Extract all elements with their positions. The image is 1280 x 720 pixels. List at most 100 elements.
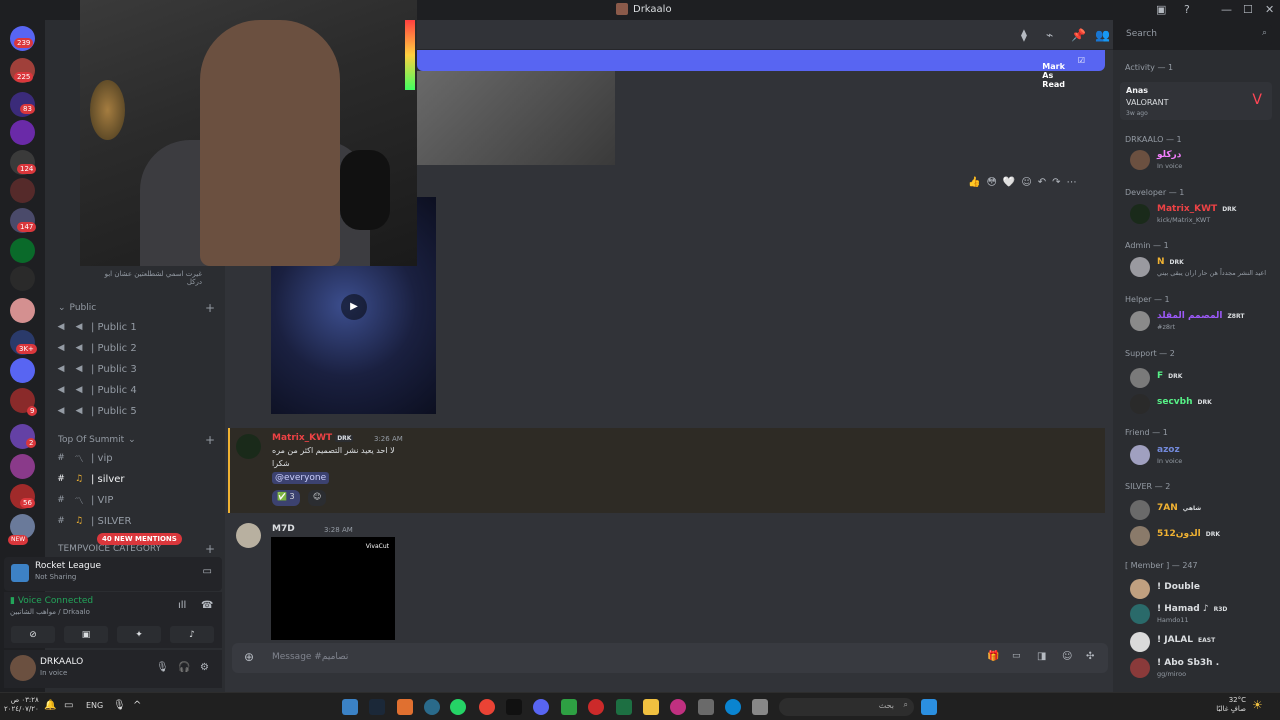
inbox-icon[interactable]: ▣	[1156, 3, 1166, 16]
add-channel-icon[interactable]: +	[205, 542, 215, 556]
member-row[interactable]: Matrix_KWT DRK kick/Matrix_KWT	[1130, 202, 1275, 228]
member-row[interactable]: دركلو In voice	[1130, 148, 1275, 174]
add-attachment-icon[interactable]: ⊕	[244, 650, 254, 664]
soundboard-button[interactable]: ♪	[170, 626, 214, 643]
language-indicator[interactable]: ENG	[86, 701, 103, 710]
message-author[interactable]: Matrix_KWT DRK	[272, 433, 354, 443]
sticker-icon[interactable]: ◨	[1037, 651, 1046, 662]
category-public[interactable]: ⌄ Public	[58, 303, 96, 313]
add-reaction-button[interactable]: ☺	[308, 490, 327, 506]
chrome-icon[interactable]	[479, 699, 495, 715]
add-reaction-icon[interactable]: ☺	[1021, 177, 1031, 188]
app-icon[interactable]	[424, 699, 440, 715]
app-icon[interactable]	[342, 699, 358, 715]
forward-icon[interactable]: ↷	[1052, 177, 1060, 188]
message-avatar[interactable]	[236, 434, 261, 459]
member-row[interactable]: secvbh DRK	[1130, 392, 1275, 418]
steam-icon[interactable]	[369, 699, 385, 715]
category-top-of-summit[interactable]: Top Of Summit ⌄	[58, 435, 136, 445]
member-list-icon[interactable]: 👥	[1095, 28, 1110, 42]
check-reaction[interactable]: ✅ 3	[272, 490, 300, 506]
member-row[interactable]: الدون512 DRK	[1130, 524, 1275, 550]
clock[interactable]: ٠٣:٢٨ ص ٢٠٢٤/٠٧/٢٠	[4, 696, 39, 714]
microphone-icon[interactable]: 🎙	[113, 700, 126, 711]
discord-icon[interactable]	[533, 699, 549, 715]
message-input[interactable]: Message #تصاميم	[272, 652, 348, 662]
microphone-icon[interactable]: 🎙	[156, 662, 169, 673]
screen-share-icon[interactable]: ▭	[203, 566, 212, 577]
app-icon[interactable]	[561, 699, 577, 715]
message-author[interactable]: M7D	[272, 524, 295, 534]
mark-as-read-button[interactable]: Mark As Read ☑	[1042, 56, 1085, 89]
voice-channel-public-5[interactable]: ◀ ◀ | Public 5	[55, 401, 220, 421]
member-row[interactable]: ! Hamad ♪ R3D Hamdo11	[1130, 602, 1275, 628]
app-icon[interactable]	[397, 699, 413, 715]
play-icon[interactable]: ▶	[341, 294, 367, 320]
member-row[interactable]: 7AN شاهي	[1130, 498, 1275, 524]
attachment-image[interactable]	[417, 71, 615, 165]
new-mentions-pill[interactable]: 40 NEW MENTIONS	[97, 533, 182, 545]
member-row[interactable]: ! Abo Sb3h . gg/miroo	[1130, 656, 1275, 682]
weather-widget[interactable]: 32°C صافٍ غالبًا	[1206, 696, 1246, 714]
server-icon[interactable]	[10, 358, 35, 383]
voice-channel-public-3[interactable]: ◀ ◀ | Public 3	[55, 359, 220, 379]
member-row[interactable]: F DRK	[1130, 366, 1275, 392]
edge-icon[interactable]	[725, 699, 741, 715]
server-icon[interactable]	[10, 178, 35, 203]
add-channel-icon[interactable]: +	[205, 433, 215, 447]
new-messages-bar[interactable]: Mark As Read ☑	[417, 50, 1105, 89]
gift-icon[interactable]: 🎁	[987, 651, 999, 662]
video-off-button[interactable]: ⊘	[11, 626, 55, 643]
voice-channel-public-1[interactable]: ◀ ◀ | Public 1	[55, 317, 220, 337]
disconnect-icon[interactable]: ☎	[201, 600, 213, 611]
voice-channel-public-4[interactable]: ◀ ◀ | Public 4	[55, 380, 220, 400]
threads-icon[interactable]: ⧫	[1021, 28, 1027, 42]
server-icon[interactable]	[10, 298, 35, 323]
server-icon[interactable]	[10, 266, 35, 291]
category-tempvoice[interactable]: TEMPVOICE CATEGORY	[58, 544, 161, 554]
minimize-button[interactable]: —	[1221, 3, 1232, 16]
user-avatar[interactable]	[10, 655, 36, 681]
search-input[interactable]: Search ⌕	[1120, 25, 1272, 45]
server-icon[interactable]	[10, 454, 35, 479]
apps-icon[interactable]: ✣	[1086, 651, 1094, 662]
text-channel-silver[interactable]: # ♫ | silver	[55, 469, 220, 489]
emoji-reaction[interactable]: 😳	[986, 177, 996, 188]
text-channel-vip[interactable]: # 〽 | vip	[55, 448, 220, 468]
member-row[interactable]: azoz In voice	[1130, 443, 1275, 469]
message-composer[interactable]: ⊕ Message #تصاميم 🎁 ▭ ◨ ☺ ✣	[232, 643, 1108, 673]
file-explorer-icon[interactable]	[643, 699, 659, 715]
app-icon[interactable]	[588, 699, 604, 715]
excel-icon[interactable]	[616, 699, 632, 715]
emoji-icon[interactable]: ☺	[1062, 651, 1072, 662]
task-view-icon[interactable]	[752, 699, 768, 715]
member-row[interactable]: N DRK اعيد النشر مجدداً هن حار اران يبقى ب…	[1130, 255, 1275, 281]
member-row[interactable]: ! JALAL EAST	[1130, 630, 1275, 656]
maximize-button[interactable]: ☐	[1243, 3, 1253, 16]
notification-settings-icon[interactable]: ⌁	[1046, 28, 1053, 42]
help-icon[interactable]: ?	[1184, 3, 1190, 16]
video-attachment[interactable]: VivaCut	[271, 537, 395, 640]
more-options-icon[interactable]: ⋯	[1067, 177, 1077, 188]
windows-start-icon[interactable]	[921, 699, 937, 715]
message-avatar[interactable]	[236, 523, 261, 548]
close-button[interactable]: ✕	[1265, 3, 1274, 16]
text-channel-silver-upper[interactable]: # ♫ | SILVER	[55, 511, 220, 531]
whatsapp-icon[interactable]	[450, 699, 466, 715]
voice-channel-public-2[interactable]: ◀ ◀ | Public 2	[55, 338, 220, 358]
pinned-messages-icon[interactable]: 📌	[1071, 28, 1086, 42]
add-channel-icon[interactable]: +	[205, 301, 215, 315]
app-icon[interactable]	[506, 699, 522, 715]
member-row[interactable]: المصمم المقلد Z8RT #z8rt	[1130, 309, 1275, 335]
tray-chevron-icon[interactable]: ^	[133, 700, 141, 711]
voice-channel-name[interactable]: مواهب الشاتبين / Drkaalo	[10, 608, 90, 616]
everyone-mention[interactable]: @everyone	[272, 472, 330, 484]
store-icon[interactable]	[698, 699, 714, 715]
notification-icon[interactable]: 🔔	[44, 700, 56, 711]
reply-icon[interactable]: ↶	[1038, 177, 1046, 188]
noise-suppression-icon[interactable]: ıll	[178, 600, 186, 611]
battery-icon[interactable]: ▭	[64, 700, 73, 711]
heart-reaction[interactable]: 🤍	[1003, 177, 1015, 188]
thumbs-up-reaction[interactable]: 👍	[968, 177, 980, 188]
settings-gear-icon[interactable]: ⚙	[200, 662, 209, 673]
